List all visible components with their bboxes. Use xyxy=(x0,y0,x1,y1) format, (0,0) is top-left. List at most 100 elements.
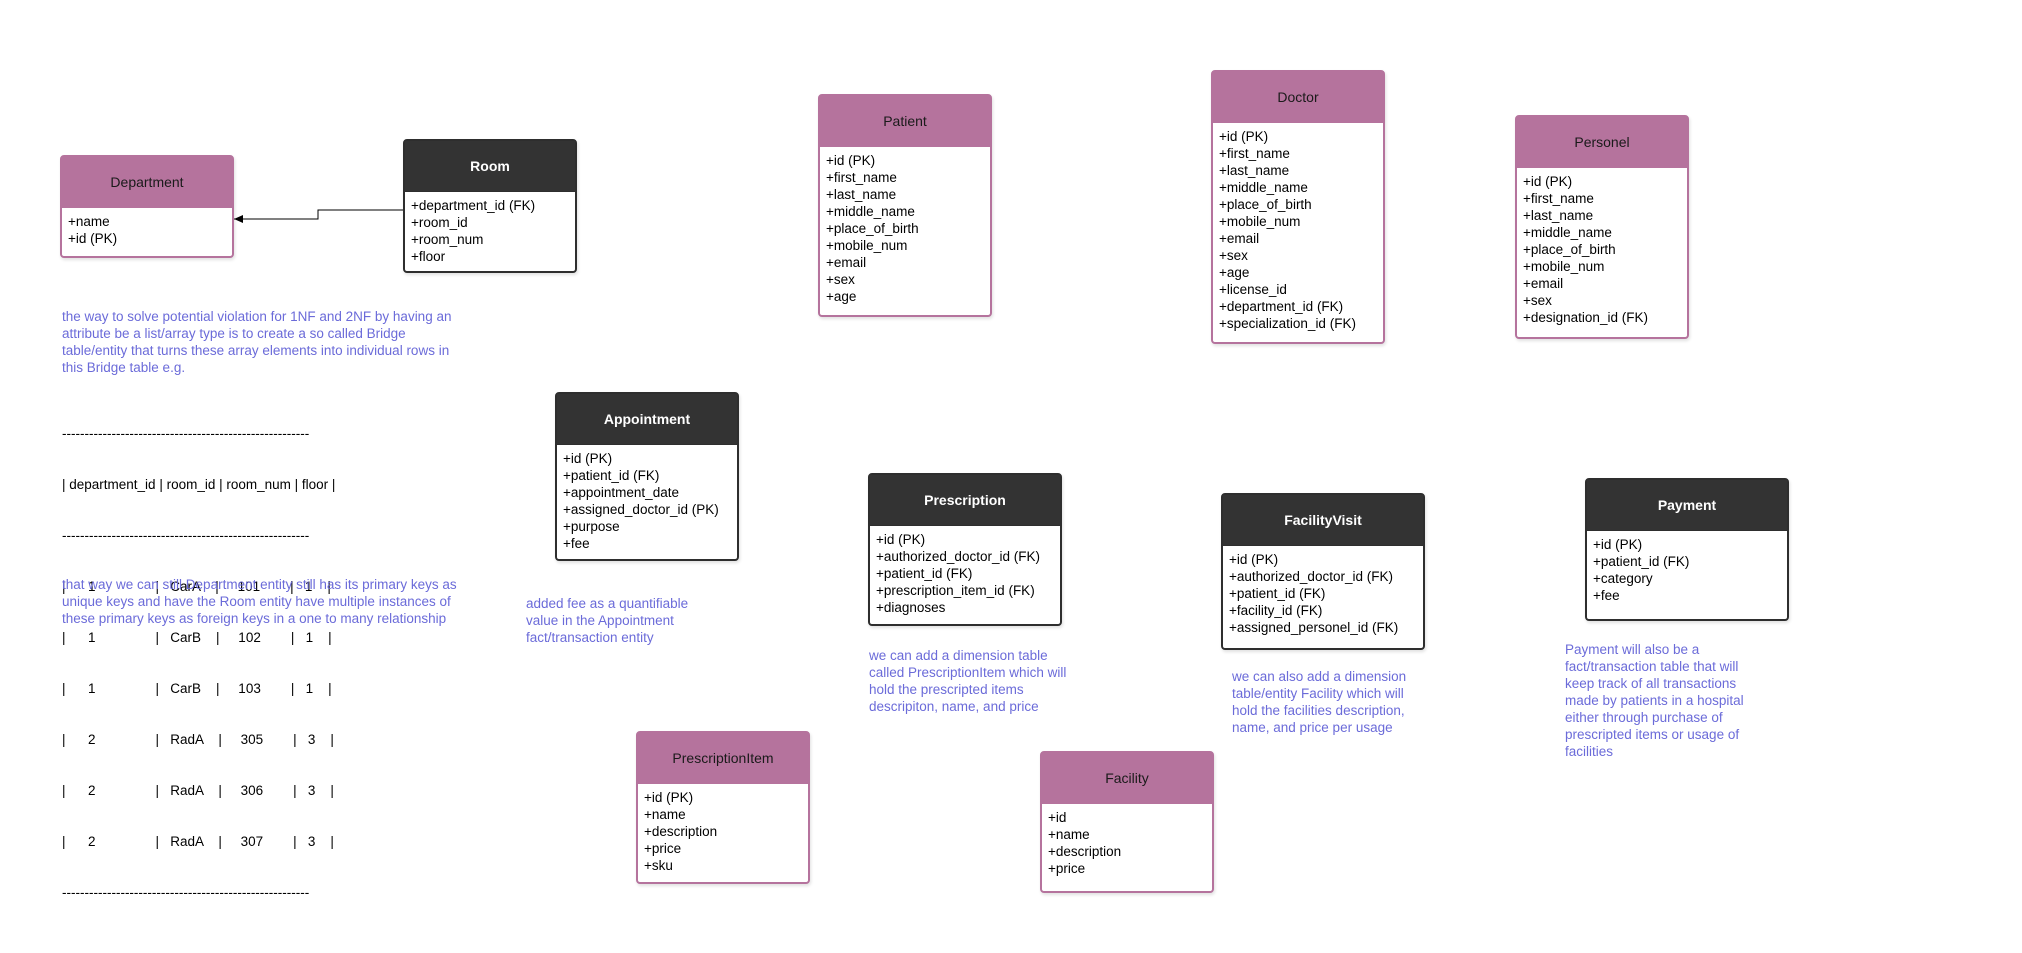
note-bridge-outro: that way we can still Department entity … xyxy=(62,577,457,626)
table-row: | 2 | RadA | 306 | 3 | xyxy=(62,783,334,798)
entity-title: Doctor xyxy=(1213,72,1383,123)
attribute: +sex xyxy=(1219,248,1248,263)
attribute: +license_id xyxy=(1219,282,1287,297)
attribute: +place_of_birth xyxy=(1523,242,1616,257)
attribute: +email xyxy=(826,255,867,270)
note-appointment-fee: added fee as a quantifiable value in the… xyxy=(526,596,689,645)
attribute-list: +name +id (PK) xyxy=(62,208,232,252)
entity-title: Patient xyxy=(820,96,990,147)
entity-title: Prescription xyxy=(870,475,1060,526)
attribute: +prescription_item_id (FK) xyxy=(876,583,1035,598)
attribute-list: +id (PK) +patient_id (FK) +appointment_d… xyxy=(557,445,737,557)
attribute: +authorized_doctor_id (FK) xyxy=(1229,569,1393,584)
attribute-list: +id (PK) +authorized_doctor_id (FK) +pat… xyxy=(870,526,1060,621)
attribute: +mobile_num xyxy=(826,238,908,253)
entity-title: Appointment xyxy=(557,394,737,445)
attribute: +specialization_id (FK) xyxy=(1219,316,1356,331)
attribute: +first_name xyxy=(1219,146,1290,161)
entity-personel[interactable]: Personel +id (PK) +first_name +last_name… xyxy=(1515,115,1689,339)
attribute: +id (PK) xyxy=(826,153,876,168)
attribute: +name xyxy=(68,214,110,229)
attribute: +floor xyxy=(411,249,446,264)
attribute: +patient_id (FK) xyxy=(1229,586,1326,601)
attribute: +fee xyxy=(1593,588,1620,603)
attribute: +name xyxy=(1048,827,1090,842)
attribute-list: +id (PK) +authorized_doctor_id (FK) +pat… xyxy=(1223,546,1423,641)
attribute: +last_name xyxy=(1219,163,1290,178)
attribute: +email xyxy=(1219,231,1260,246)
diagram-canvas: Department +name +id (PK) Room +departme… xyxy=(0,0,2022,953)
attribute: +last_name xyxy=(826,187,897,202)
attribute: +id (PK) xyxy=(644,790,694,805)
bridge-table-example: ----------------------------------------… xyxy=(62,391,335,935)
entity-facility[interactable]: Facility +id +name +description +price xyxy=(1040,751,1214,893)
entity-prescription-item[interactable]: PrescriptionItem +id (PK) +name +descrip… xyxy=(636,731,810,884)
attribute: +mobile_num xyxy=(1219,214,1301,229)
entity-room[interactable]: Room +department_id (FK) +room_id +room_… xyxy=(403,139,577,273)
attribute: +price xyxy=(644,841,682,856)
attribute-list: +department_id (FK) +room_id +room_num +… xyxy=(405,192,575,270)
entity-payment[interactable]: Payment +id (PK) +patient_id (FK) +categ… xyxy=(1585,478,1789,621)
attribute-list: +id (PK) +first_name +last_name +middle_… xyxy=(1517,168,1687,331)
attribute-list: +id (PK) +patient_id (FK) +category +fee xyxy=(1587,531,1787,609)
note-prescription-item: we can add a dimension table called Pres… xyxy=(869,648,1067,714)
table-row: | 1 | CarB | 102 | 1 | xyxy=(62,630,332,645)
attribute-list: +id +name +description +price xyxy=(1042,804,1212,882)
attribute: +middle_name xyxy=(826,204,915,219)
attribute: +age xyxy=(826,289,857,304)
attribute: +description xyxy=(644,824,718,839)
attribute-list: +id (PK) +first_name +last_name +middle_… xyxy=(1213,123,1383,337)
attribute: +purpose xyxy=(563,519,620,534)
entity-title: FacilityVisit xyxy=(1223,495,1423,546)
entity-patient[interactable]: Patient +id (PK) +first_name +last_name … xyxy=(818,94,992,317)
attribute: +id (PK) xyxy=(1523,174,1573,189)
attribute: +category xyxy=(1593,571,1653,586)
attribute: +sex xyxy=(1523,293,1552,308)
entity-title: Department xyxy=(62,157,232,208)
table-header: | department_id | room_id | room_num | f… xyxy=(62,477,336,492)
entity-doctor[interactable]: Doctor +id (PK) +first_name +last_name +… xyxy=(1211,70,1385,344)
attribute: +room_id xyxy=(411,215,468,230)
attribute: +fee xyxy=(563,536,590,551)
room-to-department-edge[interactable] xyxy=(234,209,403,223)
attribute: +middle_name xyxy=(1219,180,1308,195)
attribute: +last_name xyxy=(1523,208,1594,223)
attribute: +authorized_doctor_id (FK) xyxy=(876,549,1040,564)
attribute: +department_id (FK) xyxy=(1219,299,1344,314)
attribute-list: +id (PK) +first_name +last_name +middle_… xyxy=(820,147,990,310)
attribute: +assigned_personel_id (FK) xyxy=(1229,620,1399,635)
attribute: +price xyxy=(1048,861,1086,876)
attribute: +age xyxy=(1219,265,1250,280)
attribute: +place_of_birth xyxy=(1219,197,1312,212)
table-row: | 1 | CarB | 103 | 1 | xyxy=(62,681,332,696)
attribute: +id (PK) xyxy=(1593,537,1643,552)
entity-title: Payment xyxy=(1587,480,1787,531)
entity-title: Facility xyxy=(1042,753,1212,804)
attribute: +designation_id (FK) xyxy=(1523,310,1648,325)
attribute: +patient_id (FK) xyxy=(876,566,973,581)
attribute: +diagnoses xyxy=(876,600,946,615)
attribute: +patient_id (FK) xyxy=(1593,554,1690,569)
table-rule: ----------------------------------------… xyxy=(62,426,310,441)
attribute: +first_name xyxy=(826,170,897,185)
attribute: +appointment_date xyxy=(563,485,679,500)
note-facility: we can also add a dimension table/entity… xyxy=(1232,669,1407,735)
attribute: +facility_id (FK) xyxy=(1229,603,1323,618)
entity-facility-visit[interactable]: FacilityVisit +id (PK) +authorized_docto… xyxy=(1221,493,1425,650)
attribute: +id xyxy=(1048,810,1067,825)
entity-department[interactable]: Department +name +id (PK) xyxy=(60,155,234,258)
table-row: | 2 | RadA | 307 | 3 | xyxy=(62,834,334,849)
entity-prescription[interactable]: Prescription +id (PK) +authorized_doctor… xyxy=(868,473,1062,626)
attribute: +assigned_doctor_id (PK) xyxy=(563,502,719,517)
attribute: +middle_name xyxy=(1523,225,1612,240)
note-bridge-intro: the way to solve potential violation for… xyxy=(62,309,452,375)
attribute: +mobile_num xyxy=(1523,259,1605,274)
attribute: +description xyxy=(1048,844,1122,859)
attribute: +id (PK) xyxy=(1219,129,1269,144)
entity-appointment[interactable]: Appointment +id (PK) +patient_id (FK) +a… xyxy=(555,392,739,561)
table-rule: ----------------------------------------… xyxy=(62,528,310,543)
attribute: +place_of_birth xyxy=(826,221,919,236)
entity-title: Room xyxy=(405,141,575,192)
attribute: +id (PK) xyxy=(1229,552,1279,567)
entity-title: PrescriptionItem xyxy=(638,733,808,784)
